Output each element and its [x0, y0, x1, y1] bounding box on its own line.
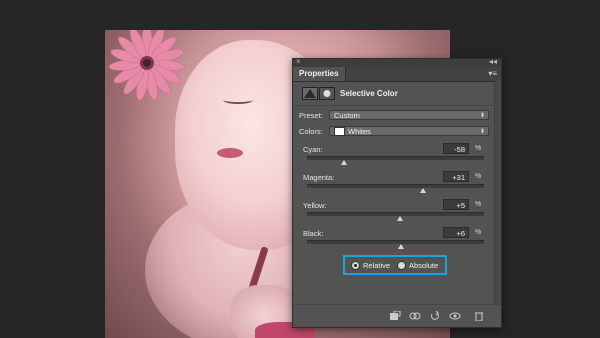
- colors-value: Whites: [348, 127, 371, 136]
- preset-label: Preset:: [299, 111, 323, 120]
- magenta-label: Magenta:: [303, 173, 335, 182]
- yellow-label: Yellow:: [303, 201, 327, 210]
- color-swatch-icon: [334, 127, 345, 137]
- cyan-input[interactable]: -58: [443, 143, 469, 154]
- panel-scrollbar[interactable]: [494, 81, 501, 305]
- image-lips: [217, 148, 243, 158]
- image-eye: [223, 96, 253, 104]
- properties-panel: × ◂◂ Properties ▾≡ Selective Color Prese…: [292, 57, 502, 328]
- cyan-unit: %: [475, 145, 482, 152]
- magenta-unit: %: [475, 173, 482, 180]
- relative-label: Relative: [363, 261, 391, 270]
- mask-icon[interactable]: [319, 87, 335, 100]
- magenta-slider[interactable]: [307, 184, 484, 193]
- visibility-icon[interactable]: [449, 311, 461, 321]
- divider: [293, 105, 501, 106]
- yellow-slider[interactable]: [307, 212, 484, 221]
- radio-unselected-icon: [397, 260, 406, 270]
- magenta-slider-thumb[interactable]: [419, 188, 426, 193]
- chevron-updown-icon: ⬍: [479, 129, 485, 135]
- reset-icon[interactable]: [429, 310, 441, 321]
- tab-properties[interactable]: Properties: [293, 67, 346, 81]
- view-previous-icon[interactable]: [409, 311, 421, 321]
- collapse-icon[interactable]: ◂◂: [489, 57, 497, 66]
- adjustment-icon: [302, 87, 318, 100]
- relative-radio[interactable]: Relative: [351, 260, 391, 270]
- adjustment-header: Selective Color: [293, 81, 501, 105]
- yellow-input[interactable]: +5: [443, 199, 469, 210]
- yellow-unit: %: [475, 201, 482, 208]
- colors-label: Colors:: [299, 127, 323, 136]
- magenta-input[interactable]: +31: [443, 171, 469, 182]
- black-input[interactable]: +6: [443, 227, 469, 238]
- absolute-label: Absolute: [409, 261, 439, 270]
- radio-selected-icon: [351, 260, 360, 270]
- clip-to-layer-icon[interactable]: [389, 310, 401, 321]
- flower-image: [108, 30, 186, 101]
- panel-menu-icon[interactable]: ▾≡: [488, 67, 497, 81]
- black-unit: %: [475, 229, 482, 236]
- cyan-slider-thumb[interactable]: [341, 160, 348, 165]
- yellow-slider-thumb[interactable]: [396, 216, 403, 221]
- absolute-radio[interactable]: Absolute: [397, 260, 439, 270]
- preset-dropdown[interactable]: Custom ⬍: [329, 110, 489, 120]
- panel-footer: [293, 304, 501, 327]
- panel-tabbar: Properties ▾≡: [293, 67, 501, 82]
- trash-icon[interactable]: [473, 311, 485, 322]
- chevron-updown-icon: ⬍: [479, 113, 485, 119]
- black-slider-thumb[interactable]: [397, 244, 404, 249]
- method-highlight-box: Relative Absolute: [343, 255, 447, 275]
- colors-dropdown[interactable]: Whites ⬍: [329, 126, 489, 137]
- cyan-label: Cyan:: [303, 145, 323, 154]
- preset-value: Custom: [334, 111, 360, 120]
- black-slider[interactable]: [307, 240, 484, 249]
- close-icon[interactable]: ×: [296, 57, 301, 66]
- cyan-slider[interactable]: [307, 156, 484, 165]
- black-label: Black:: [303, 229, 324, 238]
- panel-titlebar[interactable]: × ◂◂: [293, 57, 501, 67]
- adjustment-title: Selective Color: [340, 89, 398, 98]
